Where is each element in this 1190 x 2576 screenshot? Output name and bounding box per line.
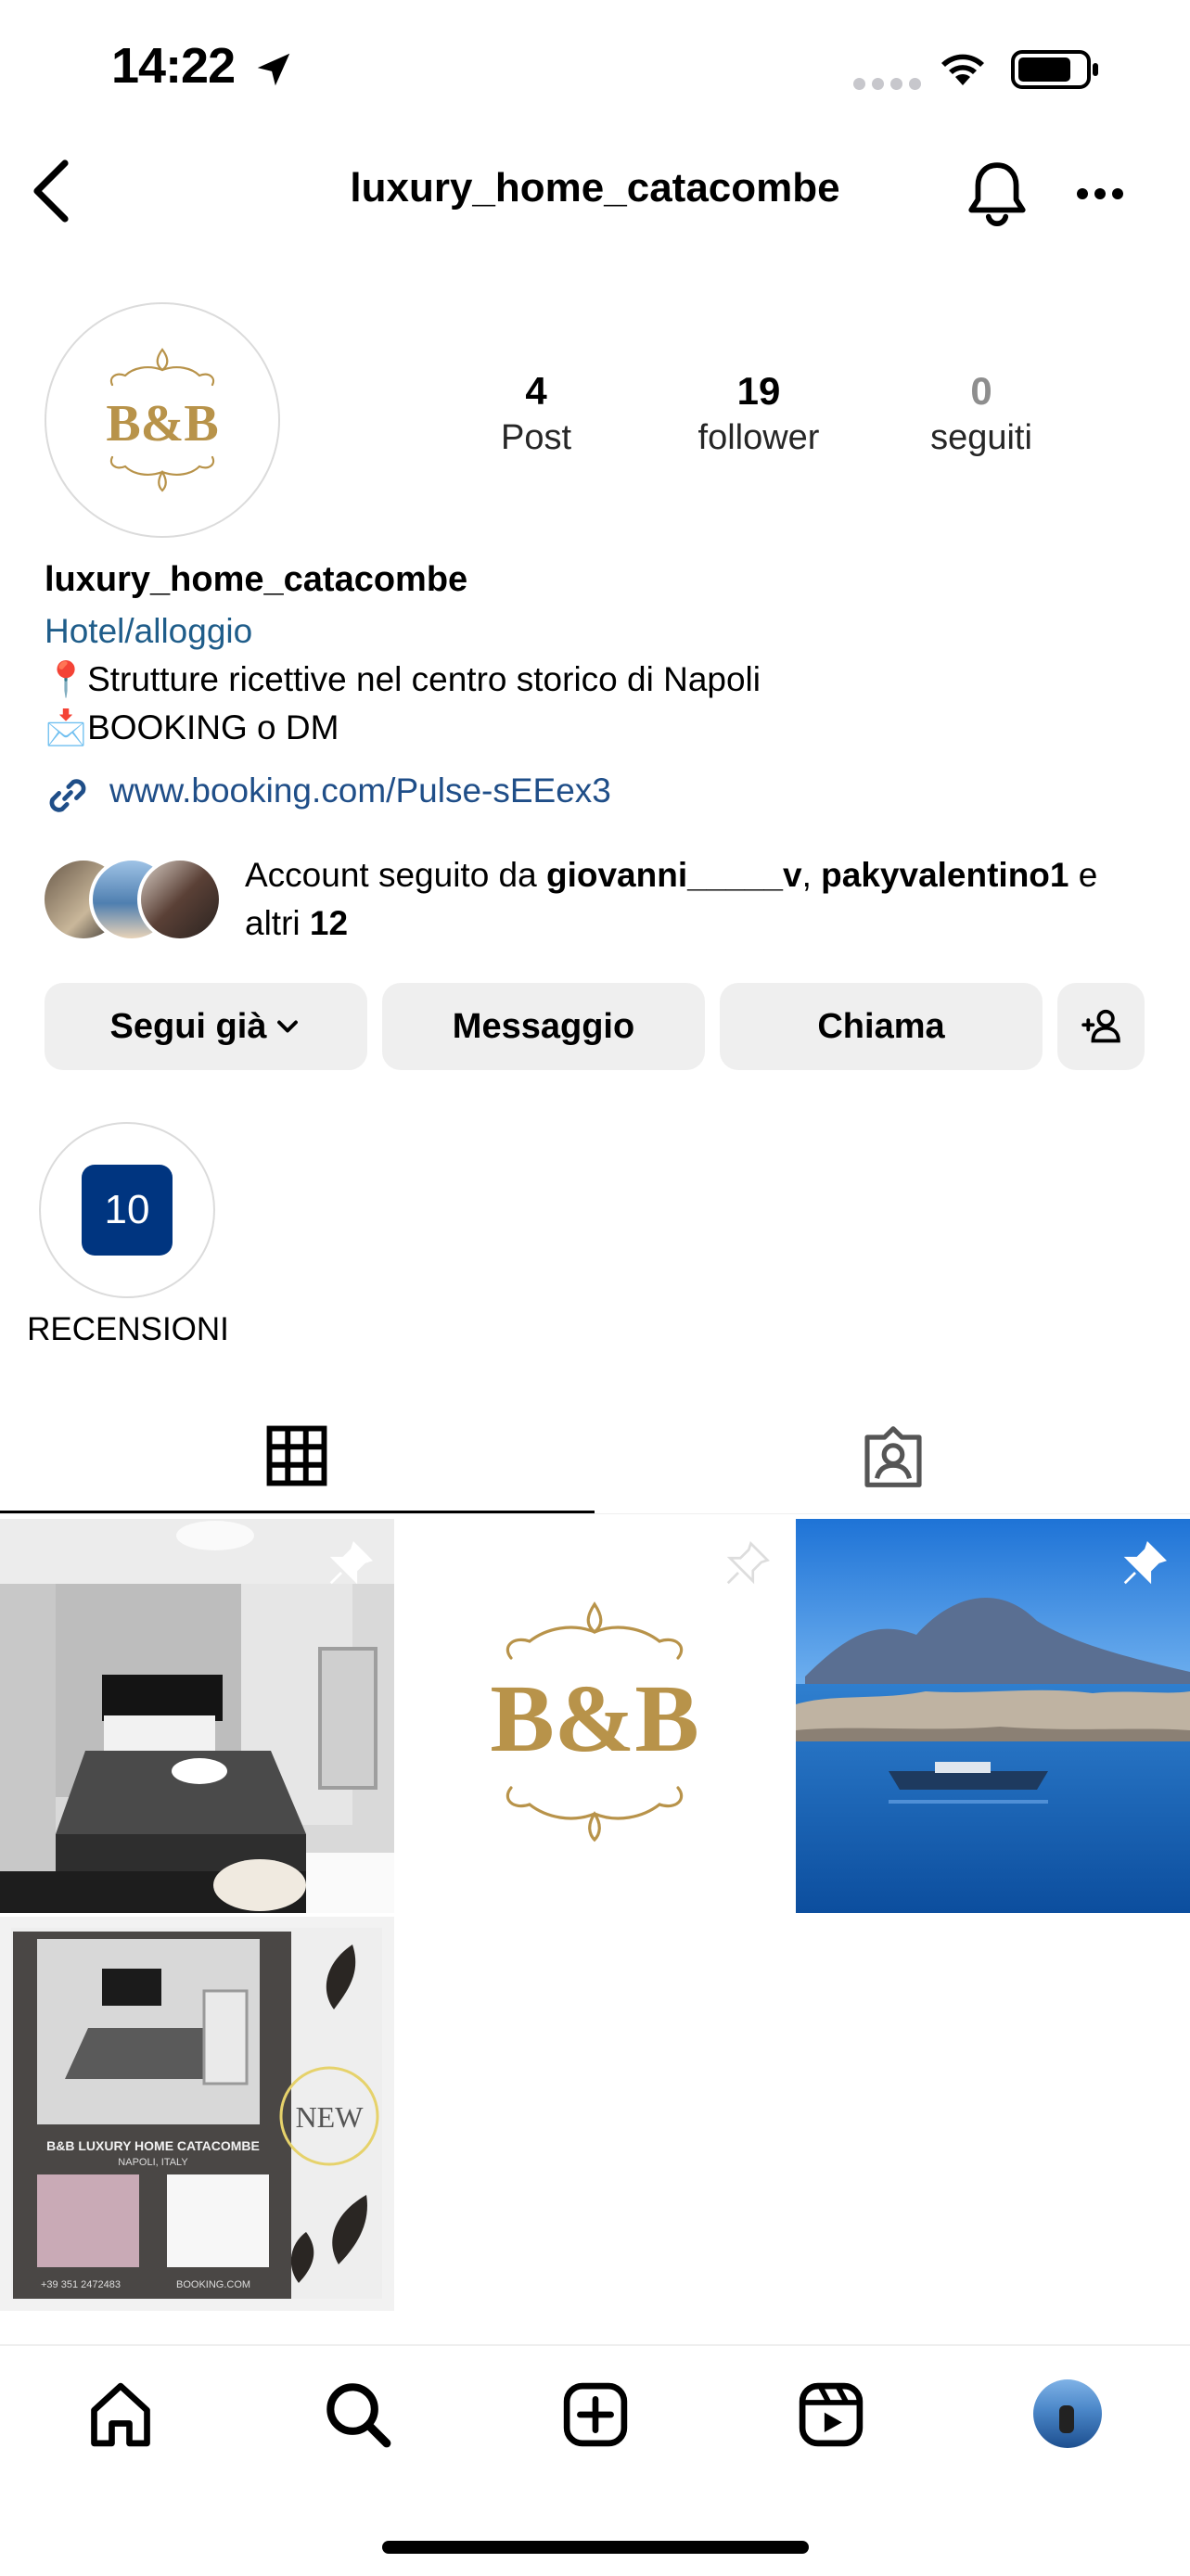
stat-following-label: seguiti — [930, 418, 1032, 457]
followed-by-prefix: Account seguito da — [245, 856, 546, 894]
tagged-tab-icon[interactable] — [861, 1424, 926, 1489]
highlight-label: RECENSIONI — [27, 1311, 229, 1347]
stat-posts-label: Post — [500, 418, 572, 457]
flyer-image: NEW B&B LUXURY HOME CATACOMBE NAPOLI, IT… — [11, 1928, 382, 2299]
stat-posts-value: 4 — [525, 369, 547, 413]
chevron-down-icon — [277, 1020, 299, 1033]
call-button-label: Chiama — [817, 1006, 945, 1046]
post-logo-text: B&B — [490, 1665, 698, 1772]
home-icon[interactable] — [85, 2379, 156, 2450]
followed-by-sep: , — [801, 856, 822, 894]
profile-tab-avatar[interactable] — [1033, 2379, 1102, 2448]
suggested-people-button[interactable] — [1057, 983, 1145, 1070]
stat-followers-value: 19 — [736, 369, 781, 413]
bio-line-location: 📍Strutture ricettive nel centro storico … — [45, 660, 761, 698]
create-post-icon[interactable] — [560, 2379, 631, 2450]
followed-by-others-count: 12 — [309, 904, 349, 942]
mutual-followers-avatars[interactable] — [41, 857, 226, 942]
bnb-logo-icon: B&B — [106, 348, 219, 492]
stat-followers-label: follower — [697, 418, 820, 457]
wifi-icon — [941, 54, 984, 85]
call-button[interactable]: Chiama — [720, 983, 1043, 1070]
pinned-icon — [329, 1541, 373, 1585]
pinned-icon — [726, 1541, 770, 1585]
highlight-reviews[interactable]: 10 — [39, 1122, 215, 1298]
followed-by-mid: e — [1068, 856, 1098, 894]
profile-tab-avatar-figure — [1059, 2405, 1074, 2433]
profile-avatar[interactable]: B&B — [45, 302, 280, 538]
following-button[interactable]: Segui già — [45, 983, 367, 1070]
tab-divider — [0, 1513, 1190, 1514]
flyer-title: B&B LUXURY HOME CATACOMBE — [46, 2138, 260, 2153]
cellular-signal-icon — [853, 78, 921, 90]
followed-by-others: altri — [245, 904, 310, 942]
grid-tab-icon[interactable] — [265, 1424, 328, 1487]
profile-name: luxury_home_catacombe — [45, 560, 468, 599]
message-button-label: Messaggio — [452, 1006, 635, 1046]
add-person-icon — [1081, 1009, 1120, 1043]
search-icon[interactable] — [323, 2379, 393, 2450]
flyer-site: BOOKING.COM — [176, 2279, 250, 2290]
more-options-icon[interactable] — [1076, 185, 1124, 202]
avatar — [137, 857, 223, 942]
following-button-label: Segui già — [109, 1006, 267, 1046]
message-button[interactable]: Messaggio — [382, 983, 705, 1070]
link-icon — [49, 779, 86, 812]
reels-icon[interactable] — [796, 2379, 866, 2450]
bottom-nav-divider — [0, 2344, 1190, 2346]
home-indicator — [382, 2541, 809, 2554]
stat-posts[interactable]: 4 Post — [425, 367, 647, 460]
battery-icon — [1011, 50, 1098, 89]
stat-following[interactable]: 0 seguiti — [870, 367, 1093, 460]
followed-by-user1: giovanni_____v — [546, 856, 802, 894]
profile-link[interactable]: www.booking.com/Pulse-sEEex3 — [109, 772, 611, 810]
avatar-logo-text: B&B — [106, 395, 218, 453]
post-flyer[interactable]: NEW B&B LUXURY HOME CATACOMBE NAPOLI, IT… — [0, 1917, 394, 2311]
profile-category: Hotel/alloggio — [45, 612, 253, 650]
stat-following-value: 0 — [970, 369, 992, 413]
flyer-phone: +39 351 2472483 — [41, 2279, 121, 2290]
flyer-new: NEW — [296, 2100, 365, 2134]
location-arrow-icon — [257, 53, 290, 86]
highlight-badge: 10 — [82, 1165, 173, 1256]
flyer-subtitle: NAPOLI, ITALY — [118, 2157, 188, 2168]
followed-by-user2: pakyvalentino1 — [821, 856, 1069, 894]
followed-by-text[interactable]: Account seguito da giovanni_____v, pakyv… — [245, 851, 1163, 948]
bio-line-booking: 📩BOOKING o DM — [45, 708, 339, 746]
notification-bell-icon[interactable] — [965, 159, 1030, 228]
stat-followers[interactable]: 19 follower — [647, 367, 870, 460]
pinned-icon — [1123, 1541, 1167, 1585]
status-time: 14:22 — [111, 38, 236, 94]
